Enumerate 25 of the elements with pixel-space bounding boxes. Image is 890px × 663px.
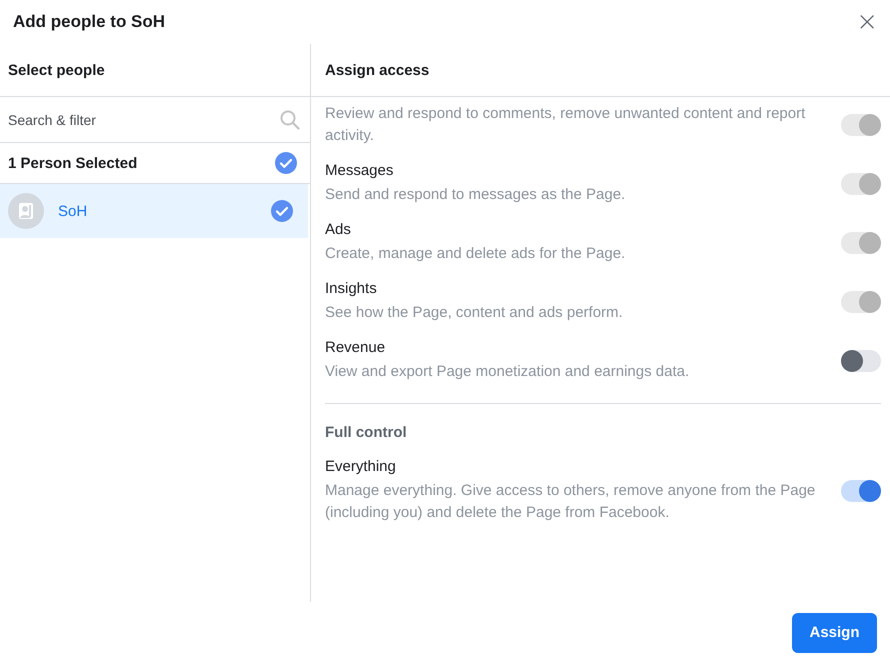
person-row[interactable]: SoH [0, 184, 308, 238]
permission-description: Manage everything. Give access to others, remove anyone from the Page (including you) and delete the Page from Facebook. [325, 481, 816, 523]
column-heading: Select people [0, 44, 310, 97]
person-name: SoH [58, 202, 88, 220]
permission-description: View and export Page monetization and earnings data. [325, 362, 690, 382]
permission-title: Messages [325, 162, 394, 179]
permission-description: Review and respond to comments, remove unwanted content and report activity. [325, 104, 806, 146]
toggle-switch[interactable] [841, 350, 881, 372]
section-heading: Full control [325, 423, 408, 443]
assign-button[interactable]: Assign [792, 612, 877, 652]
permission-description: Create, manage and delete ads for the Page. [325, 244, 626, 264]
avatar-icon [8, 193, 44, 229]
column-heading: Assign access [311, 44, 890, 97]
toggle-switch[interactable] [841, 480, 881, 502]
permission-description: Send and respond to messages as the Page. [325, 185, 626, 205]
search-field[interactable]: Search & filter [8, 112, 280, 128]
permission-title: Revenue [325, 339, 386, 356]
dialog-title: Add people to SoH [13, 12, 166, 32]
permission-description: See how the Page, content and ads perform. [325, 303, 624, 323]
permission-title: Ads [325, 221, 352, 238]
permission-title: Everything [325, 458, 397, 475]
selected-count: 1 Person Selected [8, 154, 138, 172]
search-icon [280, 110, 300, 130]
permission-title: Insights [325, 280, 378, 297]
close-button[interactable]: × [852, 9, 882, 35]
